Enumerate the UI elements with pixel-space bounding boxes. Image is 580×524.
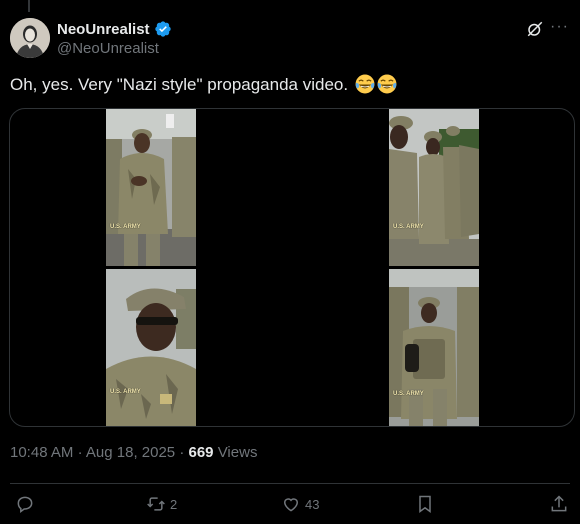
tweet-meta: 10:48 AM · Aug 18, 2025 · 669 Views — [10, 444, 257, 461]
meta-separator: · — [77, 444, 83, 461]
meta-separator: · — [179, 444, 185, 461]
share-button[interactable] — [549, 494, 569, 514]
tweet-actions: 2 43 — [0, 494, 580, 518]
author-block: NeoUnrealist @NeoUnrealist — [57, 20, 172, 57]
share-icon — [551, 495, 567, 512]
divider — [10, 483, 570, 484]
bookmark-button[interactable] — [415, 494, 435, 514]
retweet-icon — [147, 497, 165, 511]
video-frame-3: U.S. ARMY — [389, 109, 479, 266]
reply-button[interactable] — [15, 494, 39, 514]
views-count[interactable]: 669 — [189, 444, 214, 461]
more-icon[interactable]: ··· — [550, 19, 570, 38]
retweet-count: 2 — [170, 496, 178, 512]
face-with-tears-of-joy-icon — [377, 74, 397, 94]
tweet-text: Oh, yes. Very "Nazi style" propaganda vi… — [10, 74, 397, 96]
reply-icon — [17, 496, 33, 513]
video-frame-2: U.S. ARMY — [106, 269, 196, 426]
grok-icon[interactable] — [526, 20, 544, 38]
retweet-button[interactable]: 2 — [146, 494, 177, 514]
watermark-label: U.S. ARMY — [110, 389, 141, 395]
watermark-label: U.S. ARMY — [393, 224, 424, 230]
tweet-time[interactable]: 10:48 AM — [10, 444, 73, 461]
watermark-label: U.S. ARMY — [110, 224, 141, 230]
views-label: Views — [217, 444, 258, 461]
face-with-tears-of-joy-icon — [355, 74, 375, 94]
like-button[interactable]: 43 — [281, 494, 319, 514]
tweet-media-video[interactable]: U.S. ARMY U.S. ARMY U.S. ARMY U.S. ARMY — [9, 108, 575, 427]
avatar[interactable] — [10, 18, 50, 58]
heart-icon — [283, 498, 299, 512]
bookmark-icon — [419, 495, 431, 513]
thread-connector-line — [28, 0, 30, 12]
tweet-header: NeoUnrealist @NeoUnrealist ··· — [10, 18, 570, 62]
like-count: 43 — [305, 496, 320, 512]
video-frame-1: U.S. ARMY — [106, 109, 196, 266]
watermark-label: U.S. ARMY — [393, 391, 424, 397]
author-display-name[interactable]: NeoUnrealist — [57, 21, 150, 38]
tweet-date[interactable]: Aug 18, 2025 — [86, 444, 175, 461]
author-handle[interactable]: @NeoUnrealist — [57, 40, 172, 57]
verified-badge-icon — [154, 21, 171, 37]
tweet-text-content: Oh, yes. Very "Nazi style" propaganda vi… — [10, 75, 349, 94]
video-frame-4: U.S. ARMY — [389, 269, 479, 426]
